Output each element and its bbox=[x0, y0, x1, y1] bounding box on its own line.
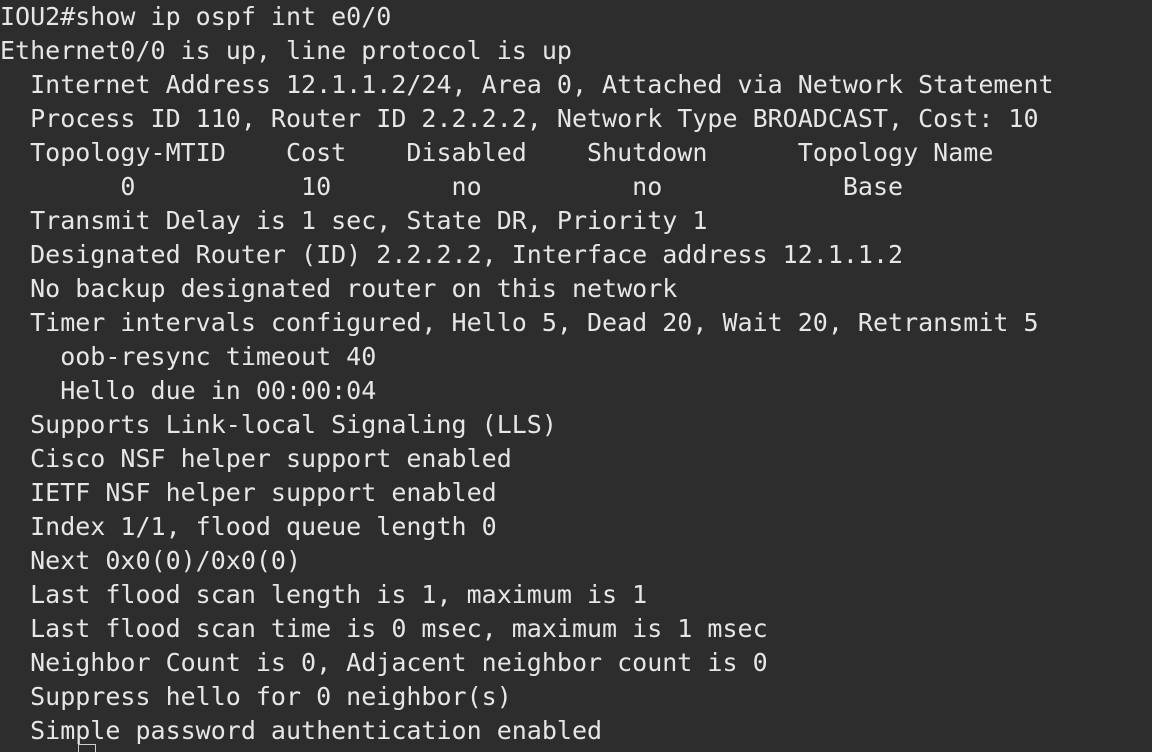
flood-scan-length-line: Last flood scan length is 1, maximum is … bbox=[0, 580, 648, 609]
oob-resync-line: oob-resync timeout 40 bbox=[0, 342, 377, 371]
neighbor-count-line: Neighbor Count is 0, Adjacent neighbor c… bbox=[0, 648, 768, 677]
interface-status-line: Ethernet0/0 is up, line protocol is up bbox=[0, 36, 572, 65]
ietf-nsf-line: IETF NSF helper support enabled bbox=[0, 478, 497, 507]
lls-support-line: Supports Link-local Signaling (LLS) bbox=[0, 410, 557, 439]
flood-scan-time-line: Last flood scan time is 0 msec, maximum … bbox=[0, 614, 768, 643]
transmit-delay-line: Transmit Delay is 1 sec, State DR, Prior… bbox=[0, 206, 708, 235]
process-id-line: Process ID 110, Router ID 2.2.2.2, Netwo… bbox=[0, 104, 1039, 133]
backup-router-line: No backup designated router on this netw… bbox=[0, 274, 678, 303]
topology-values-line: 0 10 no no Base bbox=[0, 172, 904, 201]
index-line: Index 1/1, flood queue length 0 bbox=[0, 512, 497, 541]
command-prompt-line: IOU2#show ip ospf int e0/0 bbox=[0, 2, 392, 31]
terminal-output[interactable]: IOU2#show ip ospf int e0/0 Ethernet0/0 i… bbox=[0, 0, 1152, 752]
authentication-line: Simple password authentication enabled bbox=[0, 716, 603, 745]
hello-due-line: Hello due in 00:00:04 bbox=[0, 376, 377, 405]
cisco-nsf-line: Cisco NSF helper support enabled bbox=[0, 444, 512, 473]
timer-intervals-line: Timer intervals configured, Hello 5, Dea… bbox=[0, 308, 1039, 337]
text-cursor bbox=[78, 744, 96, 752]
topology-header-line: Topology-MTID Cost Disabled Shutdown Top… bbox=[0, 138, 994, 167]
suppress-hello-line: Suppress hello for 0 neighbor(s) bbox=[0, 682, 512, 711]
designated-router-line: Designated Router (ID) 2.2.2.2, Interfac… bbox=[0, 240, 904, 269]
next-line: Next 0x0(0)/0x0(0) bbox=[0, 546, 302, 575]
internet-address-line: Internet Address 12.1.1.2/24, Area 0, At… bbox=[0, 70, 1054, 99]
